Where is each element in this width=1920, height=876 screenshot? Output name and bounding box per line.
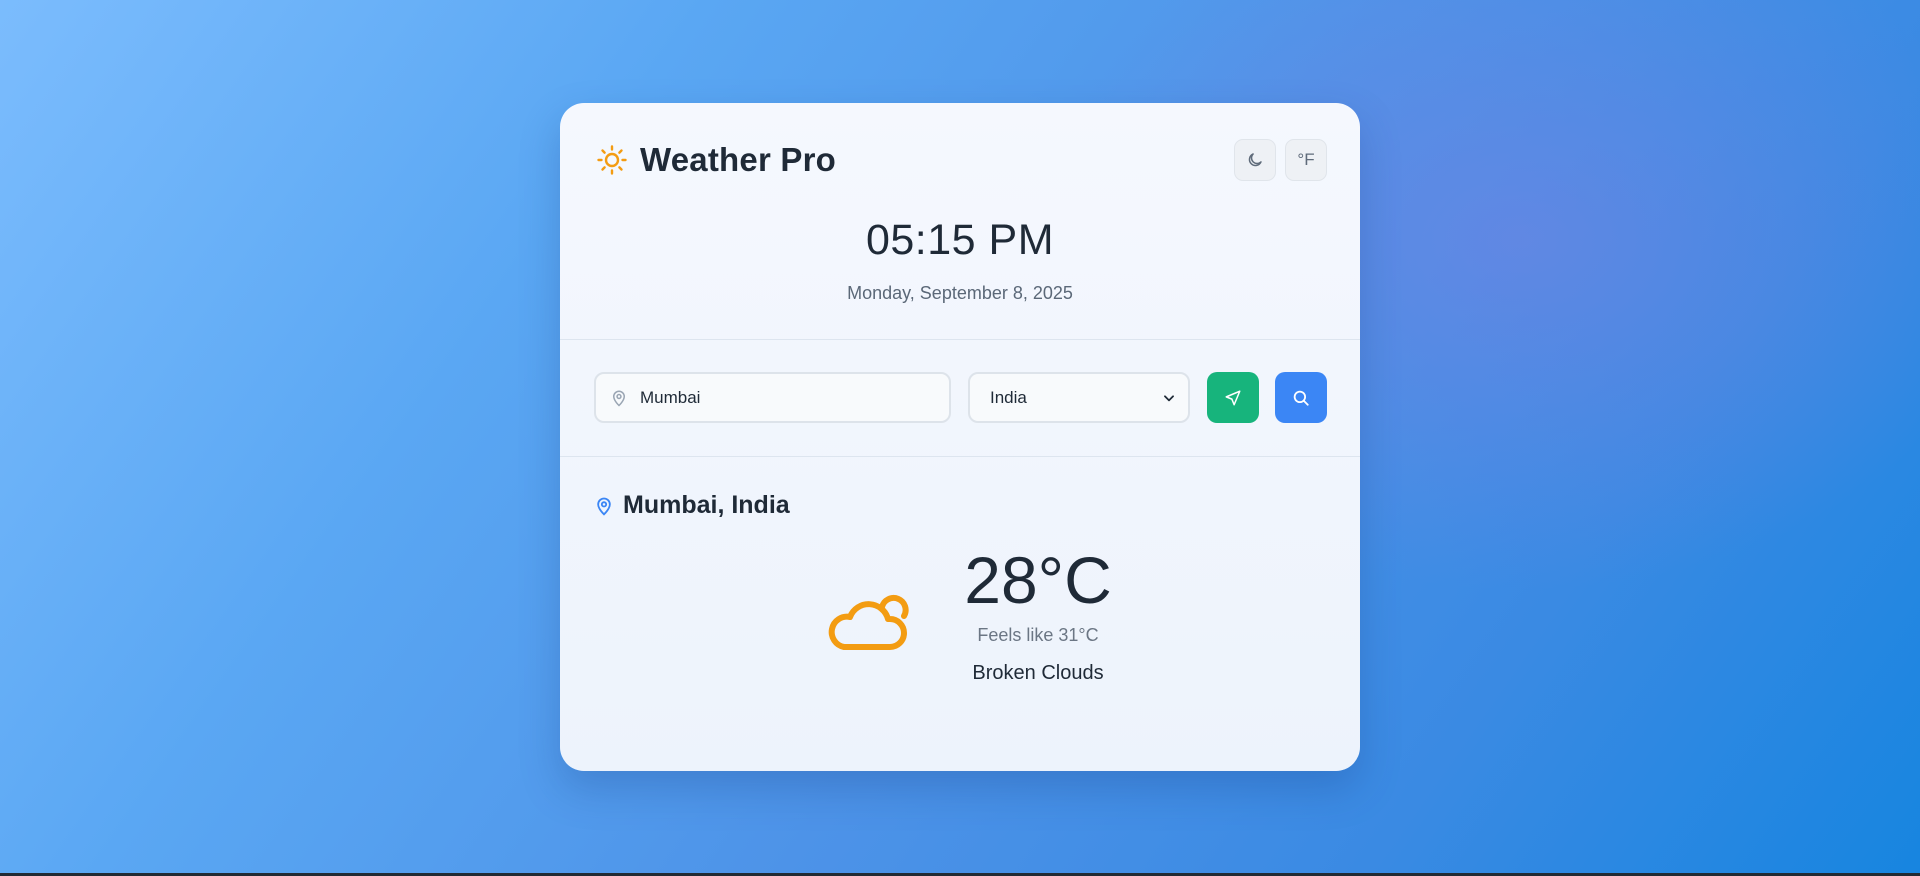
current-date: Monday, September 8, 2025 — [847, 283, 1073, 303]
navigation-arrow-icon — [1225, 390, 1241, 405]
city-input[interactable] — [638, 386, 932, 409]
feels-like: Feels like 31°C — [977, 625, 1099, 645]
location-heading: Mumbai, India — [594, 491, 790, 520]
search-button[interactable] — [1275, 372, 1327, 423]
country-selected-value: India — [990, 387, 1027, 407]
cloud-icon — [828, 594, 909, 650]
map-pin-icon — [597, 497, 611, 516]
brand: Weather Pro — [596, 141, 836, 179]
temperature-block: 28°C Feels like 31°C Broken Clouds — [938, 547, 1138, 685]
current-time: 05:15 PM — [865, 216, 1055, 264]
map-pin-icon — [612, 390, 626, 407]
moon-icon — [1248, 153, 1262, 167]
unit-toggle-button[interactable]: °F — [1285, 139, 1327, 181]
country-select[interactable]: India — [968, 372, 1190, 423]
search-bar: India — [560, 340, 1360, 457]
sun-icon — [597, 145, 627, 175]
theme-toggle-button[interactable] — [1234, 139, 1276, 181]
chevron-down-icon — [1164, 394, 1174, 401]
temperature: 28°C — [964, 543, 1112, 617]
header-actions: °F — [1234, 139, 1327, 181]
current-weather: Mumbai, India 28°C Feels like 31°C Broke… — [560, 457, 1360, 771]
card-header: Weather Pro °F 05:15 PM Monday, Septembe… — [560, 103, 1360, 340]
weather-card: Weather Pro °F 05:15 PM Monday, Septembe… — [560, 103, 1360, 771]
search-icon — [1293, 390, 1309, 406]
city-input-container[interactable] — [594, 372, 951, 423]
weather-condition: Broken Clouds — [972, 662, 1104, 684]
use-location-button[interactable] — [1207, 372, 1259, 423]
app-title: Weather Pro — [640, 141, 836, 178]
location-label: Mumbai, India — [623, 491, 790, 519]
